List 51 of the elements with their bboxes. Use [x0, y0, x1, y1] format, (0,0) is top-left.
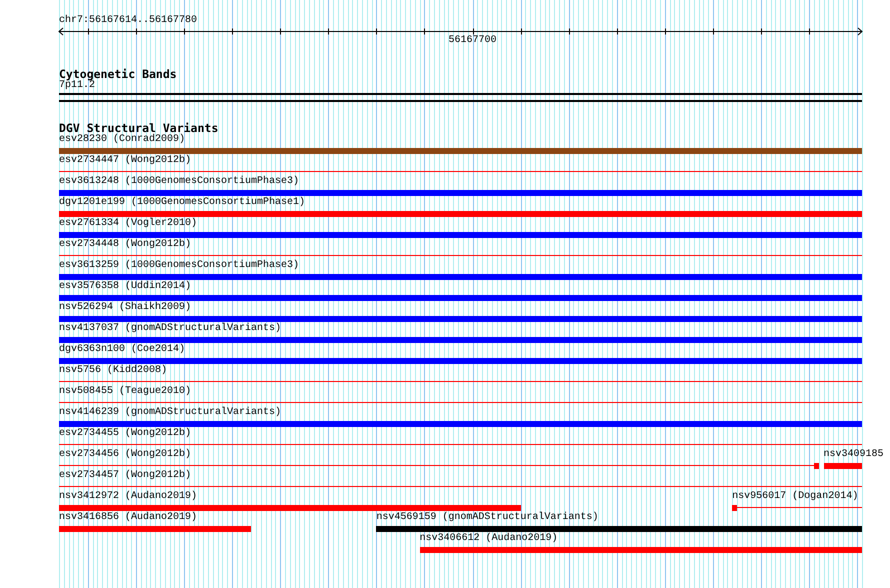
- feature-label[interactable]: nsv5756 (Kidd2008): [59, 365, 168, 377]
- feature-label[interactable]: esv2734447 (Wong2012b): [59, 155, 192, 167]
- feature-label[interactable]: nsv3409185: [824, 449, 884, 461]
- feature-bar[interactable]: [59, 190, 862, 196]
- feature-label[interactable]: esv2734455 (Wong2012b): [59, 428, 192, 440]
- feature-label[interactable]: nsv508455 (Teague2010): [59, 386, 192, 398]
- band-label: 7p11.2: [59, 80, 96, 92]
- ruler-tick-label: 56167700: [448, 35, 497, 47]
- feature-bar[interactable]: [59, 232, 862, 238]
- feature-label[interactable]: esv2761334 (Vogler2010): [59, 218, 198, 230]
- feature-bar[interactable]: [824, 463, 862, 469]
- feature-line[interactable]: [59, 381, 862, 382]
- feature-label[interactable]: nsv3406612 (Audano2019): [420, 533, 558, 545]
- feature-label[interactable]: esv2734448 (Wong2012b): [59, 239, 192, 251]
- feature-label[interactable]: dgv1201e199 (1000GenomesConsortiumPhase1): [59, 197, 306, 209]
- feature-bar[interactable]: [59, 211, 862, 217]
- feature-label[interactable]: dgv6363n100 (Coe2014): [59, 344, 186, 356]
- track-title[interactable]: Cytogenetic Bands: [59, 68, 177, 80]
- feature-bar[interactable]: [59, 295, 862, 301]
- feature-label[interactable]: esv2734456 (Wong2012b): [59, 449, 192, 461]
- feature-block[interactable]: [814, 463, 819, 469]
- feature-label[interactable]: nsv4569159 (gnomADStructuralVariants): [376, 512, 598, 524]
- feature-bar[interactable]: [59, 358, 862, 364]
- feature-label[interactable]: esv3613259 (1000GenomesConsortiumPhase3): [59, 260, 300, 272]
- feature-bar[interactable]: [59, 505, 521, 511]
- feature-label[interactable]: nsv956017 (Dogan2014): [732, 491, 858, 503]
- feature-label[interactable]: esv3576358 (Uddin2014): [59, 281, 192, 293]
- feature-line[interactable]: [59, 171, 862, 172]
- feature-label[interactable]: nsv4146239 (gnomADStructuralVariants): [59, 407, 282, 419]
- position-label: chr7:56167614..56167780: [59, 15, 198, 27]
- feature-line[interactable]: [59, 486, 862, 487]
- feature-label[interactable]: nsv3416856 (Audano2019): [59, 512, 198, 524]
- feature-line[interactable]: [59, 255, 862, 256]
- feature-bar[interactable]: [59, 421, 862, 427]
- feature-label[interactable]: esv3613248 (1000GenomesConsortiumPhase3): [59, 176, 300, 188]
- track-title[interactable]: DGV Structural Variants: [59, 122, 218, 134]
- feature-bar[interactable]: [59, 316, 862, 322]
- feature-bar[interactable]: [376, 526, 862, 532]
- feature-bar[interactable]: [59, 526, 252, 532]
- feature-label[interactable]: nsv4137037 (gnomADStructuralVariants): [59, 323, 282, 335]
- feature-label[interactable]: nsv526294 (Shaikh2009): [59, 302, 192, 314]
- feature-line[interactable]: [736, 507, 862, 508]
- feature-label[interactable]: nsv3412972 (Audano2019): [59, 491, 198, 503]
- feature-line[interactable]: [59, 444, 862, 445]
- feature-label[interactable]: esv28230 (Conrad2009): [59, 134, 186, 146]
- feature-label[interactable]: esv2734457 (Wong2012b): [59, 470, 192, 482]
- feature-bar[interactable]: [59, 148, 862, 154]
- feature-bar[interactable]: [59, 337, 862, 343]
- feature-bar[interactable]: [420, 547, 862, 553]
- feature-bar[interactable]: [59, 274, 862, 280]
- feature-line[interactable]: [59, 402, 862, 403]
